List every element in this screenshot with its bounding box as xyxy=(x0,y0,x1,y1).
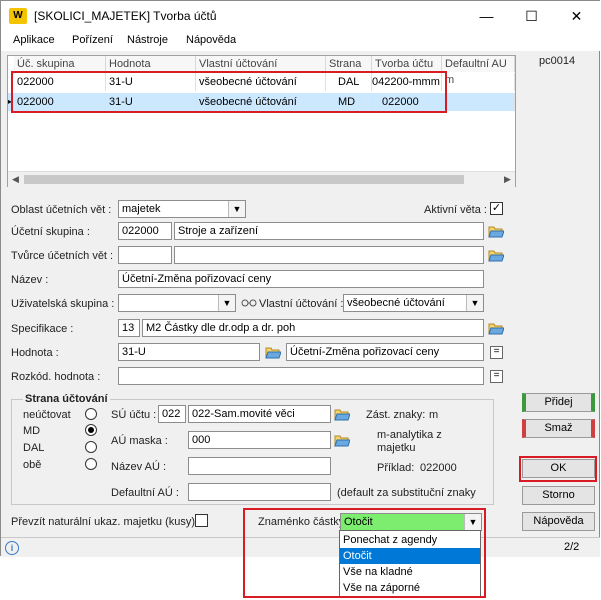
menu-nastroje[interactable]: Nástroje xyxy=(127,34,168,46)
nazev-label: Název : xyxy=(11,274,49,286)
folder-open-icon[interactable] xyxy=(488,248,504,262)
aktivni-checkbox[interactable]: ✓ xyxy=(490,202,503,215)
au-maska-input[interactable]: 000 xyxy=(188,431,331,449)
specifikace-label: Specifikace : xyxy=(11,323,74,335)
close-button[interactable]: ✕ xyxy=(554,1,599,31)
default-au-input[interactable] xyxy=(188,483,331,501)
prevzit-label: Převzít naturální ukaz. majetku (kusy) xyxy=(11,516,196,528)
column-header-uc-skupina[interactable]: Úč. skupina xyxy=(14,56,106,72)
strana-title: Strana účtování xyxy=(23,393,110,405)
folder-open-icon[interactable] xyxy=(488,321,504,335)
smaz-button[interactable]: Smaž xyxy=(522,419,595,438)
pc-label: pc0014 xyxy=(539,55,576,67)
menu-bar: Aplikace Pořízení Nástroje Nápověda xyxy=(1,31,600,51)
tvurce-name-input[interactable] xyxy=(174,246,484,264)
cell-default-au xyxy=(442,93,515,111)
priklad-value: 022000 xyxy=(420,462,457,474)
tvurce-label: Tvůrce účetních vět : xyxy=(11,250,114,262)
chevron-down-icon[interactable]: ▼ xyxy=(466,295,483,311)
highlight-ok xyxy=(519,456,597,482)
chevron-down-icon[interactable]: ▼ xyxy=(228,201,245,217)
priklad-label: Příklad: xyxy=(377,462,415,474)
radio-label-neuctovat: neúčtovat xyxy=(23,409,71,421)
su-code-input[interactable]: 022 xyxy=(158,405,186,423)
window-title: [SKOLICI_MAJETEK] Tvorba účtů xyxy=(34,9,217,23)
page-indicator: 2/2 xyxy=(564,541,580,553)
ucetni-skupina-name-input[interactable]: Stroje a zařízení xyxy=(174,222,484,240)
su-input[interactable]: 022-Sam.movité věci xyxy=(188,405,331,423)
nazev-au-label: Název AÚ : xyxy=(111,461,167,473)
vlastni-ucetovani-select[interactable]: všeobecné účtování ▼ xyxy=(343,294,484,312)
zast-label: Zást. znaky: xyxy=(366,409,426,421)
column-header-hodnota[interactable]: Hodnota xyxy=(106,56,196,72)
uziv-skupina-label: Uživatelská skupina : xyxy=(11,298,115,310)
scroll-thumb[interactable] xyxy=(24,175,464,184)
column-header-strana[interactable]: Strana xyxy=(326,56,372,72)
zast-desc: m-analytika z majetku xyxy=(377,429,442,454)
radio-dal[interactable] xyxy=(85,441,97,453)
scroll-left-icon[interactable]: ◀ xyxy=(12,174,19,185)
horizontal-scrollbar[interactable]: ◀ ▶ xyxy=(8,171,515,187)
hodnota-input[interactable]: Účetní-Změna pořizovací ceny xyxy=(286,343,484,361)
default-au-label: Defaultní AÚ : xyxy=(111,487,179,499)
default-au-note: (default za substituční znaky xyxy=(337,487,476,499)
radio-label-obe: obě xyxy=(23,459,42,471)
hodnota-label: Hodnota : xyxy=(11,347,59,359)
scroll-right-icon[interactable]: ▶ xyxy=(504,174,511,185)
ucetni-skupina-code-input[interactable]: 022000 xyxy=(118,222,172,240)
main-window: W [SKOLICI_MAJETEK] Tvorba účtů — ☐ ✕ Ap… xyxy=(0,0,600,557)
folder-open-icon[interactable] xyxy=(334,433,350,447)
radio-neuctovat[interactable] xyxy=(85,408,97,420)
au-maska-label: AÚ maska : xyxy=(111,435,168,447)
radio-obe[interactable] xyxy=(85,458,97,470)
oblast-label: Oblast účetních vět : xyxy=(11,204,112,216)
highlight-grid-rows xyxy=(11,71,447,113)
storno-button[interactable]: Storno xyxy=(522,486,595,505)
info-icon[interactable]: i xyxy=(5,541,19,555)
vlastni-ucetovani-label: Vlastní účtování : xyxy=(259,298,344,310)
su-label: SÚ účtu : xyxy=(111,409,157,421)
menu-aplikace[interactable]: Aplikace xyxy=(13,34,55,46)
pridej-button[interactable]: Přidej xyxy=(522,393,595,412)
link-settings-icon[interactable] xyxy=(241,297,257,309)
specifikace-input[interactable]: M2 Částky dle dr.odp a dr. poh xyxy=(142,319,484,337)
ucetni-skupina-label: Účetní skupina : xyxy=(11,226,90,238)
folder-open-icon[interactable] xyxy=(334,407,350,421)
specifikace-code-input[interactable]: 13 xyxy=(118,319,140,337)
column-header-tvorba-uctu[interactable]: Tvorba účtu xyxy=(372,56,442,72)
oblast-value: majetek xyxy=(122,203,161,215)
aktivni-label: Aktivní věta : xyxy=(424,204,487,216)
menu-napoveda[interactable]: Nápověda xyxy=(186,34,236,46)
rozkod-equals-button[interactable]: = xyxy=(490,370,503,383)
hodnota-code-input[interactable]: 31-U xyxy=(118,343,260,361)
folder-open-icon[interactable] xyxy=(488,224,504,238)
vlastni-ucetovani-value: všeobecné účtování xyxy=(347,297,445,309)
title-bar: W [SKOLICI_MAJETEK] Tvorba účtů — ☐ ✕ xyxy=(1,1,600,31)
maximize-button[interactable]: ☐ xyxy=(509,1,554,31)
rozkod-input[interactable] xyxy=(118,367,484,385)
prevzit-checkbox[interactable] xyxy=(195,514,208,527)
cell-default-au xyxy=(442,73,515,91)
radio-label-dal: DAL xyxy=(23,442,45,454)
highlight-znamenko xyxy=(243,508,486,598)
minimize-button[interactable]: — xyxy=(464,1,509,31)
app-logo: W xyxy=(9,8,27,24)
radio-md[interactable] xyxy=(85,424,97,436)
radio-label-md: MD xyxy=(23,425,41,437)
menu-porizeni[interactable]: Pořízení xyxy=(72,34,113,46)
zast-value: m xyxy=(429,409,439,421)
oblast-select[interactable]: majetek ▼ xyxy=(118,200,246,218)
folder-open-icon[interactable] xyxy=(265,345,281,359)
nazev-input[interactable]: Účetní-Změna pořizovací ceny xyxy=(118,270,484,288)
column-header-vlastni-ucetovani[interactable]: Vlastní účtování xyxy=(196,56,326,72)
tvurce-code-input[interactable] xyxy=(118,246,172,264)
nazev-au-input[interactable] xyxy=(188,457,331,475)
napoveda-button[interactable]: Nápověda xyxy=(522,512,595,531)
hodnota-equals-button[interactable]: = xyxy=(490,346,503,359)
uziv-skupina-select[interactable]: ▼ xyxy=(118,294,236,312)
rozkod-label: Rozkód. hodnota : xyxy=(11,371,101,383)
chevron-down-icon[interactable]: ▼ xyxy=(218,295,235,311)
column-header-default-au[interactable]: Defaultní AU m xyxy=(442,56,515,86)
